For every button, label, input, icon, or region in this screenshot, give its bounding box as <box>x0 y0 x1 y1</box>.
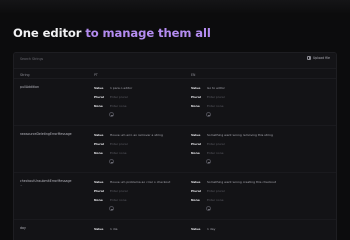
none-label: None <box>94 103 103 108</box>
value-label: Value <box>191 85 201 90</box>
plural-label: Plural <box>94 94 104 99</box>
none-placeholder: Enter none <box>110 197 127 202</box>
plus-circle-icon[interactable] <box>206 112 211 117</box>
plural-label: Plural <box>191 141 201 146</box>
plural-field[interactable]: Plural Enter plural <box>94 139 190 148</box>
string-key: rawsourceDeletingErrorMessage <box>20 132 72 136</box>
none-placeholder: Enter none <box>110 103 127 108</box>
value-field[interactable]: Value 1 para o editor <box>94 83 190 92</box>
none-label: None <box>191 103 200 108</box>
none-field[interactable]: None Enter none <box>94 195 190 204</box>
top-bar <box>0 0 350 14</box>
plural-label: Plural <box>191 94 201 99</box>
plural-field[interactable]: Plural Enter plural <box>191 186 287 195</box>
plural-placeholder: Enter plural <box>110 94 128 99</box>
none-label: None <box>191 150 200 155</box>
none-label: None <box>94 197 103 202</box>
value-text: 1 dia <box>110 226 118 231</box>
upload-icon <box>306 56 311 60</box>
upload-file-label: Upload file <box>312 56 330 60</box>
en-translation-cell: Value 1 day <box>191 224 287 233</box>
plus-circle-icon[interactable] <box>206 206 211 211</box>
plural-placeholder: Enter plural <box>207 141 225 146</box>
string-key: pullAddition <box>20 85 39 89</box>
en-translation-cell: Value Something went wrong creating this … <box>191 177 287 211</box>
none-label: None <box>94 150 103 155</box>
editor-toolbar: Search Strings Upload file <box>14 53 336 69</box>
value-text: Something went wrong removing this strin… <box>207 132 273 137</box>
headline-accent: to manage them all <box>85 26 211 40</box>
value-text: Houve um problema ao criar o checkout <box>110 179 171 184</box>
none-field[interactable]: None Enter none <box>94 101 190 110</box>
none-field[interactable]: None Enter none <box>191 195 287 204</box>
none-field[interactable]: None Enter none <box>191 101 287 110</box>
en-translation-cell: Value Something went wrong removing this … <box>191 130 287 164</box>
plural-field[interactable]: Plural Enter plural <box>191 92 287 101</box>
column-header-string: String <box>20 72 30 77</box>
plural-placeholder: Enter plural <box>110 141 128 146</box>
value-label: Value <box>191 179 201 184</box>
headline-primary: One editor <box>13 26 82 40</box>
value-field[interactable]: Value Go to editor <box>191 83 287 92</box>
plural-label: Plural <box>94 188 104 193</box>
table-row: day Value 1 dia Value 1 day <box>14 221 336 240</box>
none-placeholder: Enter none <box>207 103 224 108</box>
none-field[interactable]: None Enter none <box>94 148 190 157</box>
column-headers: String PT EN <box>14 70 336 79</box>
value-text: Go to editor <box>207 85 225 90</box>
plural-field[interactable]: Plural Enter plural <box>191 139 287 148</box>
plus-circle-icon[interactable] <box>109 112 114 117</box>
column-header-en: EN <box>191 72 196 77</box>
none-placeholder: Enter none <box>110 150 127 155</box>
value-field[interactable]: Value Houve um erro ao remover a string <box>94 130 190 139</box>
plus-circle-icon[interactable] <box>109 159 114 164</box>
key-caret: ^ <box>20 184 23 188</box>
plural-placeholder: Enter plural <box>207 94 225 99</box>
table-row: pullAddition Value 1 para o editor Plural… <box>14 80 336 126</box>
plural-field[interactable]: Plural Enter plural <box>94 186 190 195</box>
strings-editor-panel: Search Strings Upload file String PT EN … <box>13 52 337 240</box>
none-label: None <box>191 197 200 202</box>
plural-placeholder: Enter plural <box>110 188 128 193</box>
column-header-pt: PT <box>94 72 98 77</box>
pt-translation-cell: Value 1 para o editor Plural Enter plural … <box>94 83 190 117</box>
value-label: Value <box>94 132 104 137</box>
pt-translation-cell: Value Houve um erro ao remover a string P… <box>94 130 190 164</box>
string-key: day <box>20 226 26 230</box>
value-text: Houve um erro ao remover a string <box>110 132 163 137</box>
value-label: Value <box>94 179 104 184</box>
plural-placeholder: Enter plural <box>207 188 225 193</box>
table-row: checkoutUnsubmitErrorMessage ^ Value Houv… <box>14 174 336 220</box>
value-label: Value <box>94 226 104 231</box>
en-translation-cell: Value Go to editor Plural Enter plural Non… <box>191 83 287 117</box>
plural-label: Plural <box>94 141 104 146</box>
value-label: Value <box>191 132 201 137</box>
plural-label: Plural <box>191 188 201 193</box>
value-field[interactable]: Value Something went wrong removing this … <box>191 130 287 139</box>
none-placeholder: Enter none <box>207 150 224 155</box>
value-text: Something went wrong creating this check… <box>207 179 277 184</box>
pt-translation-cell: Value Houve um problema ao criar o checko… <box>94 177 190 211</box>
none-placeholder: Enter none <box>207 197 224 202</box>
search-strings-input[interactable]: Search Strings <box>20 57 43 61</box>
value-label: Value <box>94 85 104 90</box>
value-label: Value <box>191 226 201 231</box>
none-field[interactable]: None Enter none <box>191 148 287 157</box>
value-text: 1 day <box>207 226 216 231</box>
value-field[interactable]: Value 1 day <box>191 224 287 233</box>
string-key: checkoutUnsubmitErrorMessage <box>20 179 72 183</box>
table-row: rawsourceDeletingErrorMessage Value Houve… <box>14 127 336 173</box>
plus-circle-icon[interactable] <box>109 206 114 211</box>
value-field[interactable]: Value Houve um problema ao criar o checko… <box>94 177 190 186</box>
plural-field[interactable]: Plural Enter plural <box>94 92 190 101</box>
value-field[interactable]: Value Something went wrong creating this … <box>191 177 287 186</box>
pt-translation-cell: Value 1 dia <box>94 224 190 233</box>
upload-file-button[interactable]: Upload file <box>306 56 330 60</box>
plus-circle-icon[interactable] <box>206 159 211 164</box>
page-headline: One editor to manage them all <box>13 26 211 42</box>
value-field[interactable]: Value 1 dia <box>94 224 190 233</box>
value-text: 1 para o editor <box>110 85 133 90</box>
